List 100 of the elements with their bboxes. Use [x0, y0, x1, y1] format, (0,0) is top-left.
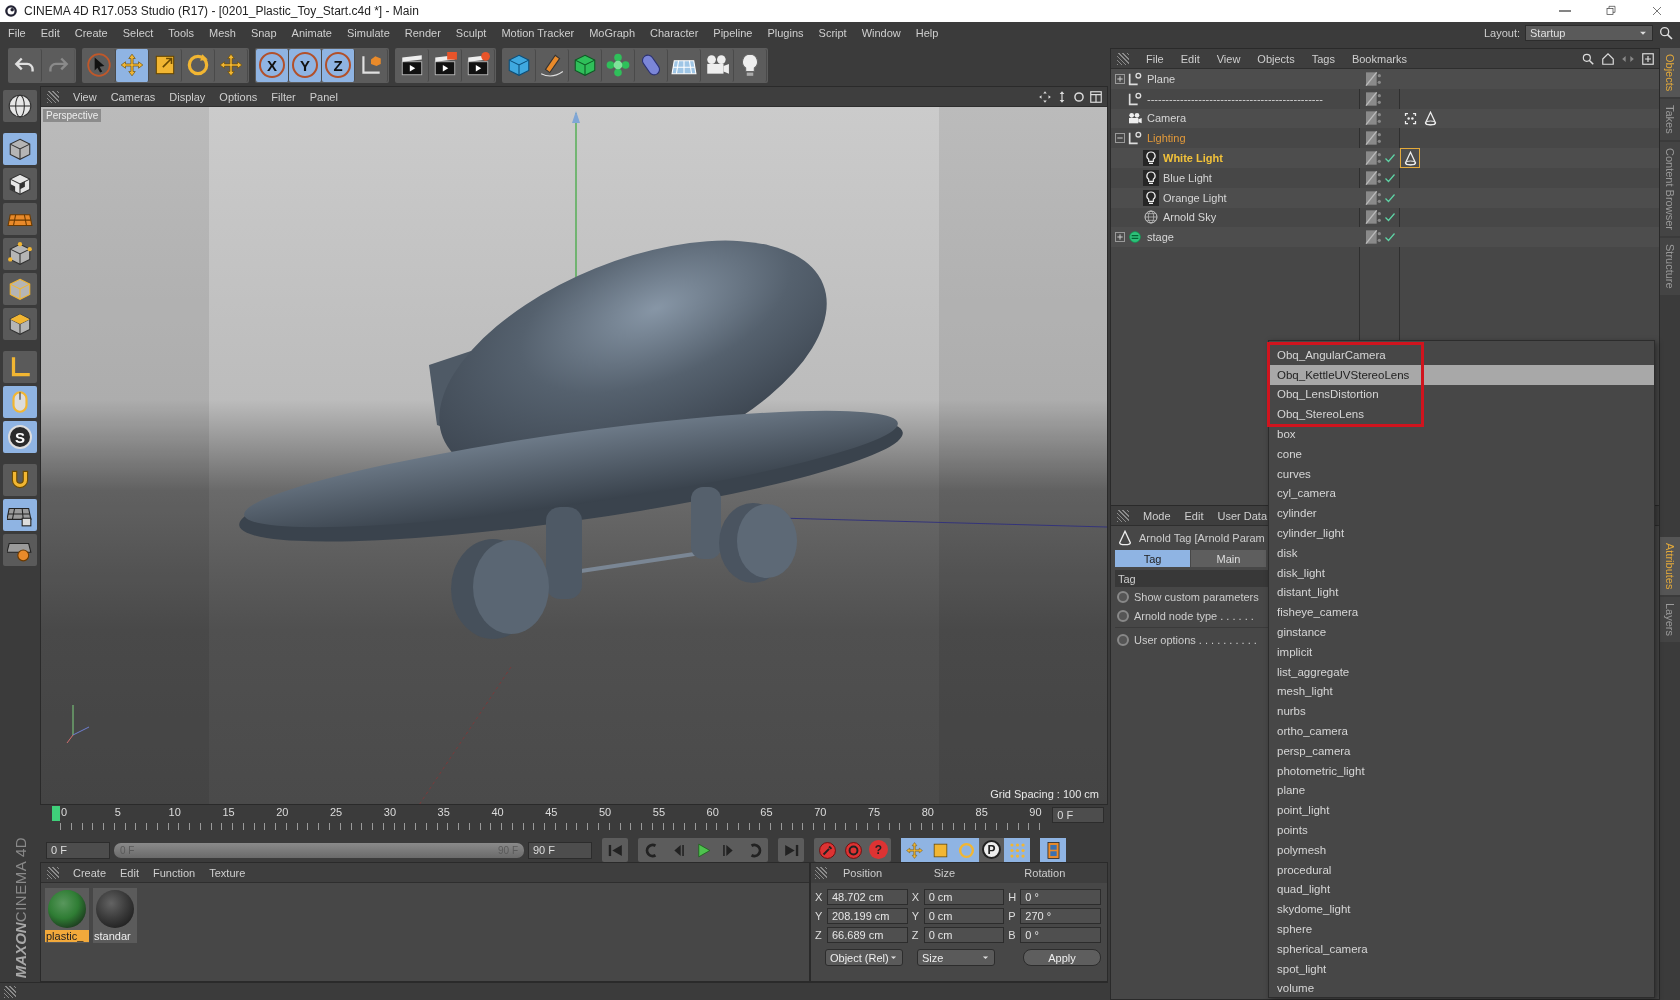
timeline-button[interactable]: [1040, 838, 1066, 862]
layout-view-icon[interactable]: [1089, 89, 1103, 104]
menu-item[interactable]: Create: [74, 27, 108, 39]
menu-item[interactable]: View: [73, 90, 97, 103]
menu-item[interactable]: Edit: [40, 27, 60, 39]
menu-option[interactable]: nurbs: [1269, 701, 1654, 722]
menu-item[interactable]: Tags: [1311, 52, 1335, 65]
menu-option[interactable]: cylinder_light: [1269, 523, 1654, 543]
checkmark-icon[interactable]: [1384, 171, 1396, 184]
new-panel-icon[interactable]: [1641, 51, 1655, 66]
object-name[interactable]: stage: [1147, 231, 1174, 244]
floor-button[interactable]: [668, 48, 701, 82]
menu-item[interactable]: Help: [915, 27, 939, 39]
menu-item[interactable]: Display: [169, 90, 206, 103]
menu-item[interactable]: Snap: [250, 27, 277, 39]
menu-item[interactable]: Select: [122, 27, 154, 39]
menu-option[interactable]: fisheye_camera: [1269, 602, 1654, 623]
object-name[interactable]: Camera: [1147, 112, 1187, 125]
edges-mode-button[interactable]: [3, 273, 37, 305]
coordinate-field[interactable]: 0 cm: [923, 908, 1005, 924]
axis-lock-button[interactable]: X: [256, 48, 289, 82]
menu-option[interactable]: points: [1269, 820, 1654, 840]
coordinate-field[interactable]: 0 °: [1020, 889, 1101, 905]
coordinate-mode-dropdown[interactable]: Object (Rel): [825, 949, 903, 966]
side-tab[interactable]: Attributes: [1660, 536, 1680, 596]
search-icon[interactable]: [1581, 51, 1595, 66]
checkmark-icon[interactable]: [1384, 152, 1396, 165]
menu-item[interactable]: MoGraph: [589, 27, 636, 39]
menu-option[interactable]: spherical_camera: [1269, 938, 1654, 959]
menu-option[interactable]: Obq_StereoLens: [1270, 404, 1421, 425]
start-frame-field[interactable]: 0 F: [46, 841, 110, 859]
model-mode-button[interactable]: [3, 133, 37, 165]
side-tab[interactable]: Objects: [1660, 48, 1680, 98]
menu-option[interactable]: Obq_LensDistortion: [1270, 384, 1421, 405]
menu-item[interactable]: Window: [861, 27, 901, 39]
texture-mode-button[interactable]: [3, 168, 37, 200]
pan-view-icon[interactable]: [1038, 89, 1052, 104]
home-icon[interactable]: [1601, 51, 1615, 66]
visibility-toggle-icon[interactable]: [1363, 110, 1383, 127]
menu-item[interactable]: Cameras: [110, 90, 156, 103]
lock-workplane-button[interactable]: [3, 499, 37, 531]
attribute-tab[interactable]: Tag: [1115, 550, 1190, 567]
visibility-toggle-icon[interactable]: [1363, 169, 1383, 186]
parameter-key-button[interactable]: P: [982, 840, 1001, 859]
menu-option[interactable]: cylinder: [1269, 503, 1654, 524]
axis-mode-button[interactable]: [3, 351, 37, 383]
menu-option[interactable]: spot_light: [1269, 958, 1654, 979]
menu-option[interactable]: volume: [1269, 978, 1654, 999]
animation-radio-icon[interactable]: [1117, 633, 1129, 646]
menu-option[interactable]: quad_light: [1269, 879, 1654, 900]
menu-item[interactable]: View: [1216, 52, 1241, 65]
menu-option[interactable]: cyl_camera: [1269, 483, 1654, 504]
material-swatch[interactable]: plastic_: [45, 888, 89, 943]
object-name[interactable]: Orange Light: [1163, 191, 1227, 204]
menu-item[interactable]: Panel: [309, 90, 338, 103]
menu-item[interactable]: Motion Tracker: [501, 27, 575, 39]
move-tool-button[interactable]: [116, 48, 149, 82]
menu-item[interactable]: Animate: [291, 27, 332, 39]
side-tab[interactable]: Layers: [1660, 597, 1680, 643]
end-frame-field[interactable]: 90 F: [528, 841, 592, 859]
menu-item[interactable]: Plugins: [767, 27, 804, 39]
menu-option[interactable]: cone: [1269, 444, 1654, 464]
menu-option[interactable]: polymesh: [1269, 839, 1654, 860]
menu-item[interactable]: File: [1146, 52, 1164, 65]
axis-lock-button[interactable]: Z: [322, 48, 355, 82]
keyframe-selection-button[interactable]: ?: [869, 840, 888, 859]
object-name[interactable]: Lighting: [1147, 132, 1186, 145]
playhead-marker[interactable]: [52, 806, 60, 821]
orbit-view-icon[interactable]: [1072, 89, 1086, 104]
object-tag[interactable]: [1401, 149, 1419, 168]
coordinate-field[interactable]: 0 cm: [923, 889, 1005, 905]
menu-item[interactable]: Function: [153, 866, 196, 879]
axis-lock-button[interactable]: Y: [289, 48, 322, 82]
visibility-toggle-icon[interactable]: [1363, 130, 1383, 147]
menu-option[interactable]: disk: [1269, 542, 1654, 563]
menu-option[interactable]: point_light: [1269, 800, 1654, 821]
menu-option[interactable]: box: [1269, 424, 1654, 444]
menu-item[interactable]: Character: [650, 27, 699, 39]
object-name[interactable]: Arnold Sky: [1163, 211, 1217, 224]
coordinate-field[interactable]: 270 °: [1020, 908, 1101, 924]
current-frame-field[interactable]: 0 F: [1052, 807, 1104, 823]
menu-option[interactable]: plane: [1269, 780, 1654, 801]
menu-option[interactable]: sphere: [1269, 919, 1654, 939]
visibility-toggle-icon[interactable]: [1363, 189, 1383, 206]
panel-grip-icon[interactable]: [47, 866, 59, 879]
sphere-tool-button[interactable]: [3, 90, 37, 122]
points-mode-button[interactable]: [3, 238, 37, 270]
panel-grip-icon[interactable]: [815, 867, 827, 879]
menu-item[interactable]: Edit: [1184, 509, 1204, 522]
menu-item[interactable]: Sculpt: [455, 27, 487, 39]
attribute-tab[interactable]: Main: [1191, 550, 1266, 567]
menu-item[interactable]: Render: [404, 27, 441, 39]
menu-option[interactable]: list_aggregate: [1269, 661, 1654, 682]
size-mode-dropdown[interactable]: Size: [917, 949, 995, 966]
expand-toggle[interactable]: [1115, 73, 1125, 84]
menu-item[interactable]: Script: [818, 27, 847, 39]
animation-radio-icon[interactable]: [1117, 609, 1129, 622]
menu-item[interactable]: Pipeline: [713, 27, 753, 39]
planar-workplane-button[interactable]: [3, 534, 37, 566]
coordinate-field[interactable]: 66.689 cm: [827, 927, 908, 943]
